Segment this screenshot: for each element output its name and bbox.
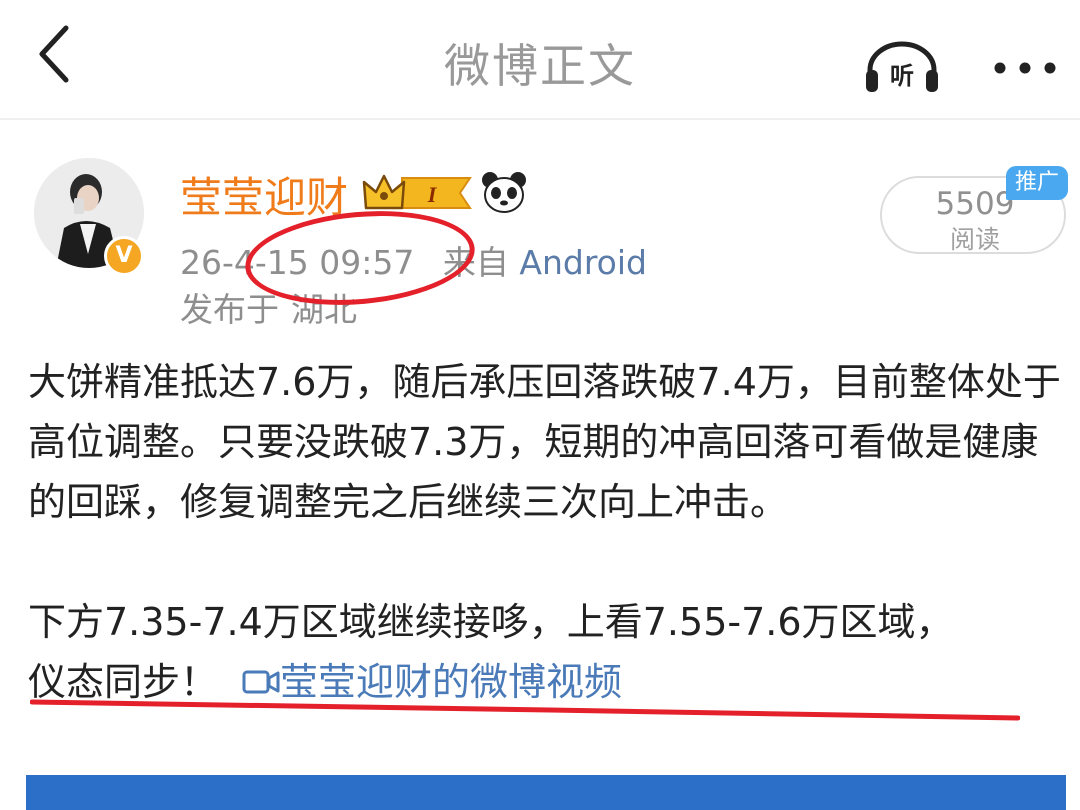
post-source-link[interactable]: Android	[519, 243, 647, 282]
video-camera-icon	[242, 670, 280, 694]
listen-headphone-icon[interactable]: 听	[862, 40, 942, 94]
author-name[interactable]: 莹莹迎财	[180, 164, 348, 225]
read-label: 阅读	[949, 225, 1000, 254]
media-preview[interactable]	[26, 775, 1066, 810]
more-dots-icon[interactable]	[990, 58, 1060, 78]
listen-label: 听	[890, 62, 914, 90]
level-badge-text: I	[427, 182, 438, 207]
post-content: 大饼精准抵达7.6万，随后承压回落跌破7.4万，目前整体处于高位调整。只要没跌破…	[28, 352, 1068, 712]
top-navigation-bar: 微博正文 听	[0, 0, 1080, 120]
location-prefix: 发布于	[180, 290, 279, 329]
verified-badge: V	[104, 236, 144, 276]
panda-icon	[482, 172, 526, 213]
post-paragraph-1: 大饼精准抵达7.6万，随后承压回落跌破7.4万，目前整体处于高位调整。只要没跌破…	[28, 360, 1061, 524]
post-paragraph-2-line-1: 下方7.35-7.4万区域继续接哆，上看7.55-7.6万区域，	[28, 600, 954, 644]
crown-badge-icon[interactable]: I	[362, 170, 474, 216]
red-underline-annotation	[30, 699, 1020, 721]
promo-tag[interactable]: 推广	[1006, 166, 1068, 200]
